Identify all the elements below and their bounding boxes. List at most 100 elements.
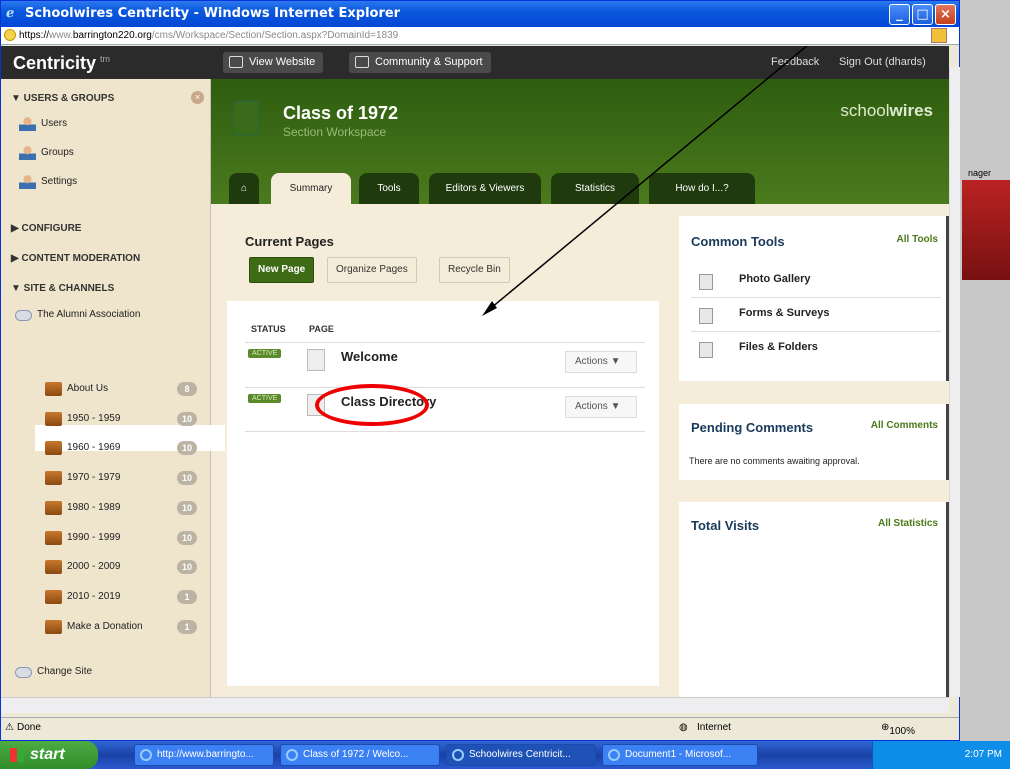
sidebar-item-groups[interactable]: Groups: [19, 143, 74, 163]
new-page-button[interactable]: New Page: [249, 257, 315, 283]
page-title-link[interactable]: Welcome: [341, 349, 398, 364]
section-subtitle: Section Workspace: [283, 125, 387, 139]
tab-home[interactable]: ⌂: [229, 173, 259, 204]
change-site-link[interactable]: Change Site: [15, 662, 92, 682]
status-column-header: STATUS: [251, 324, 286, 334]
briefcase-icon: [45, 382, 62, 396]
horizontal-scrollbar[interactable]: [1, 697, 949, 713]
tab-tools[interactable]: Tools: [359, 173, 419, 204]
ie-icon: [140, 749, 152, 761]
sidebar-item-section[interactable]: 1970 - 1979: [45, 468, 120, 488]
start-button[interactable]: start: [0, 741, 98, 769]
address-bar[interactable]: https://www.barrington220.org/cms/Worksp…: [1, 27, 959, 45]
section-label: 1980 - 1989: [67, 501, 121, 513]
tab-summary[interactable]: Summary: [271, 173, 351, 204]
actions-dropdown[interactable]: Actions ▼: [565, 396, 637, 418]
section-title: Class of 1972: [283, 103, 399, 123]
warning-icon: ⚠: [5, 722, 14, 733]
feedback-link[interactable]: Feedback: [771, 56, 819, 68]
chat-icon: [355, 56, 369, 68]
taskbar-item[interactable]: Class of 1972 / Welco...: [280, 744, 440, 766]
status-badge: ACTIVE: [248, 394, 282, 403]
tab-how-do-i[interactable]: How do I...?: [649, 173, 755, 204]
section-label: 1950 - 1959: [67, 412, 121, 424]
all-statistics-link[interactable]: All Statistics: [878, 518, 938, 529]
close-button[interactable]: ×: [935, 4, 956, 25]
section-header: Class of 1972 Section Workspace schoolwi…: [211, 79, 949, 204]
all-tools-link[interactable]: All Tools: [897, 234, 938, 245]
sidebar-item-users[interactable]: Users: [19, 114, 67, 134]
user-icon: [19, 117, 36, 131]
taskbar-item[interactable]: http://www.barringto...: [134, 744, 274, 766]
site-channels-header[interactable]: ▼ SITE & CHANNELS: [11, 283, 114, 294]
centricity-logo: Centricity tm: [13, 53, 111, 73]
monitor-icon: [229, 56, 243, 68]
tool-files-folders[interactable]: Files & Folders: [691, 332, 941, 366]
sidebar-item-section[interactable]: 1980 - 1989: [45, 498, 120, 518]
sidebar-item-section[interactable]: About Us: [45, 379, 108, 399]
ie-icon: [286, 749, 298, 761]
padlock-icon[interactable]: [931, 28, 947, 43]
tool-forms-surveys[interactable]: Forms & Surveys: [691, 298, 941, 332]
tab-editors-viewers[interactable]: Editors & Viewers: [429, 173, 541, 204]
settings-icon: [19, 175, 36, 189]
taskbar: start http://www.barringto... Class of 1…: [0, 741, 1010, 769]
count-badge: 10: [177, 500, 197, 515]
sidebar-item-section[interactable]: 1990 - 1999: [45, 528, 120, 548]
count-badge: 10: [177, 441, 197, 456]
sidebar-item-settings[interactable]: Settings: [19, 172, 77, 192]
minimize-button[interactable]: _: [889, 4, 910, 25]
files-icon: [699, 342, 713, 358]
site-alumni-association[interactable]: The Alumni Association: [15, 305, 140, 325]
status-bar: ⚠ Done ◍ Internet ⊕ 100%: [1, 717, 959, 739]
window-title: Schoolwires Centricity - Windows Interne…: [25, 6, 401, 21]
sidebar-item-section[interactable]: 2010 - 2019: [45, 587, 120, 607]
recycle-bin-button[interactable]: Recycle Bin: [439, 257, 510, 283]
actions-dropdown[interactable]: Actions ▼: [565, 351, 637, 373]
page-column-header: PAGE: [309, 324, 334, 334]
sidebar-item-section[interactable]: 1960 - 1969: [45, 438, 120, 458]
briefcase-icon: [45, 471, 62, 486]
common-tools-heading: Common Tools: [691, 234, 785, 249]
section-label: About Us: [67, 383, 109, 394]
total-visits-heading: Total Visits: [691, 518, 760, 533]
configure-header[interactable]: ▶ CONFIGURE: [11, 223, 81, 234]
current-pages-panel: Current Pages New Page Organize Pages Re…: [227, 216, 659, 686]
zoom-level[interactable]: ⊕ 100%: [881, 722, 915, 737]
section-label: Make a Donation: [67, 620, 143, 632]
briefcase-icon: [45, 619, 62, 634]
status-text: Done: [17, 722, 41, 733]
all-comments-link[interactable]: All Comments: [871, 420, 938, 431]
community-support-button[interactable]: Community & Support: [349, 52, 491, 73]
sidebar-item-section[interactable]: Make a Donation: [45, 617, 143, 637]
tool-photo-gallery[interactable]: Photo Gallery: [691, 264, 941, 298]
content-moderation-header[interactable]: ▶ CONTENT MODERATION: [11, 253, 140, 264]
tab-statistics[interactable]: Statistics: [551, 173, 639, 204]
status-badge: ACTIVE: [248, 349, 282, 358]
briefcase-icon: [45, 500, 62, 515]
section-label: 2010 - 2019: [67, 590, 121, 602]
sidebar-item-section[interactable]: 1950 - 1959: [45, 409, 120, 429]
users-groups-header[interactable]: ▼ USERS & GROUPS: [11, 93, 114, 104]
red-highlight-circle: [315, 384, 429, 426]
collapse-icon[interactable]: ×: [191, 91, 204, 104]
organize-pages-button[interactable]: Organize Pages: [327, 257, 417, 283]
url-text[interactable]: https://www.barrington220.org/cms/Worksp…: [19, 30, 398, 41]
page-row[interactable]: ACTIVE Class Directory Actions ▼: [245, 387, 645, 432]
background-window-label: nager: [968, 168, 992, 178]
page-row[interactable]: ACTIVE Welcome Actions ▼: [245, 342, 645, 387]
count-badge: 10: [177, 471, 197, 486]
sidebar-item-section[interactable]: 2000 - 2009: [45, 557, 120, 577]
maximize-button[interactable]: □: [912, 4, 933, 25]
system-tray: 2:07 PM: [872, 741, 1010, 769]
group-icon: [19, 146, 36, 160]
common-tools-panel: Common Tools All Tools Photo Gallery For…: [679, 216, 949, 381]
view-website-button[interactable]: View Website: [223, 52, 324, 73]
taskbar-item[interactable]: Document1 - Microsof...: [602, 744, 758, 766]
cloud-icon: [15, 310, 32, 321]
signout-link[interactable]: Sign Out (dhards): [839, 56, 926, 68]
clock: 2:07 PM: [964, 749, 1002, 760]
section-label: 1970 - 1979: [67, 472, 121, 484]
taskbar-item[interactable]: Schoolwires Centricit...: [446, 744, 596, 766]
total-visits-panel: Total Visits All Statistics: [679, 502, 949, 697]
